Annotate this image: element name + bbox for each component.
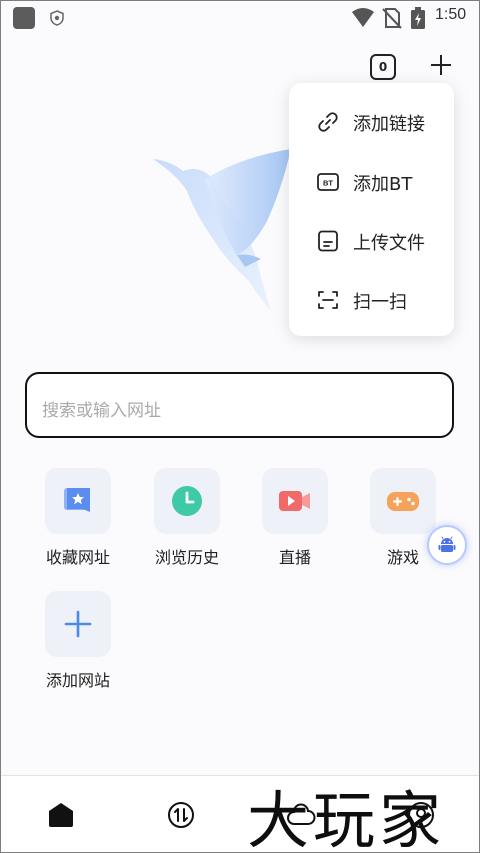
shortcut-label: 浏览历史: [154, 548, 219, 567]
watermark-text: 大玩家: [247, 784, 446, 853]
search-placeholder: 搜索或输入网址: [42, 401, 161, 421]
menu-item-label: 扫一扫: [353, 292, 407, 313]
add-popup-menu: 添加链接 BT 添加BT 上传文件 扫一扫: [289, 83, 454, 336]
tab-count-button[interactable]: 0: [370, 54, 396, 80]
home-icon[interactable]: [46, 800, 76, 830]
search-input[interactable]: 搜索或输入网址: [25, 372, 454, 438]
live-video-icon: [279, 491, 310, 511]
shortcut-icon-box: [45, 468, 111, 534]
menu-item-scan[interactable]: 扫一扫: [289, 275, 454, 325]
app-screen: 1:50 0 添加链接 BT 添加BT 上传文件 扫一扫 搜索或输入网址 收藏网…: [0, 0, 480, 853]
shield-icon: [50, 10, 64, 26]
shortcut-icon-box: [370, 468, 436, 534]
wifi-icon: [352, 8, 374, 27]
bt-icon: BT: [317, 173, 339, 191]
file-icon: [318, 230, 338, 252]
bt-badge-text: BT: [323, 179, 333, 188]
shortcut-icon-box: [262, 468, 328, 534]
shortcut-icon-box: [45, 591, 111, 657]
history-clock-icon: [172, 486, 202, 516]
shortcut-icon-box: [154, 468, 220, 534]
app-notification-icon: [13, 7, 35, 29]
menu-item-label: 上传文件: [353, 233, 425, 254]
add-menu-button[interactable]: [429, 53, 453, 77]
transfer-icon[interactable]: [166, 800, 196, 830]
bookmark-star-icon: [64, 488, 90, 512]
shortcut-label: 收藏网址: [45, 548, 110, 567]
status-bar: 1:50: [1, 1, 479, 35]
android-robot-icon: [438, 536, 456, 552]
battery-charging-icon: [411, 7, 425, 29]
link-icon: [318, 112, 338, 132]
shortcut-label: 添加网站: [45, 671, 110, 690]
menu-item-label: 添加链接: [353, 114, 425, 135]
no-sim-icon: [382, 8, 402, 29]
menu-item-label: 添加BT: [353, 174, 413, 195]
floating-assistant-button[interactable]: [427, 525, 467, 565]
add-icon: [64, 610, 92, 638]
shortcut-label: 直播: [278, 548, 311, 567]
hummingbird-logo-icon: [153, 149, 291, 311]
bottom-navigation: 大玩家: [1, 775, 479, 852]
status-time: 1:50: [435, 6, 467, 23]
scan-icon: [318, 291, 338, 309]
menu-item-add-bt[interactable]: BT 添加BT: [289, 157, 454, 207]
menu-item-add-link[interactable]: 添加链接: [289, 97, 454, 147]
menu-item-upload-file[interactable]: 上传文件: [289, 216, 454, 266]
game-controller-icon: [387, 492, 419, 511]
